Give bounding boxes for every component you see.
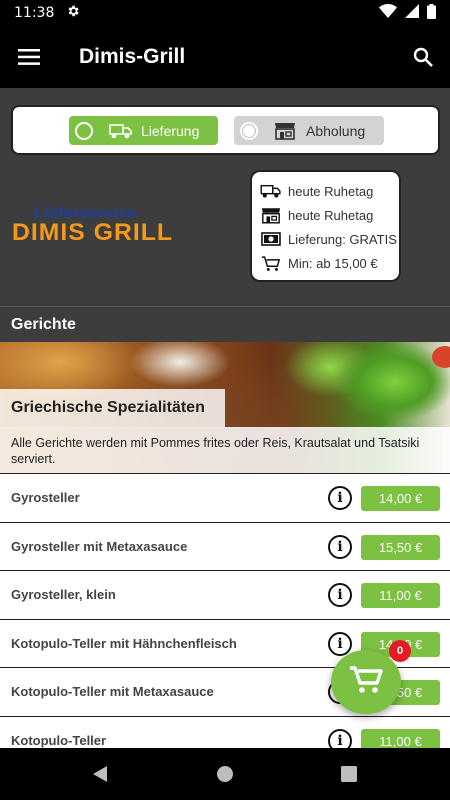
info-delivery-hours: heute Ruhetag <box>260 179 399 203</box>
cart-icon <box>260 254 282 272</box>
list-item[interactable]: Gyrosteller mit Metaxasauce i 15,50 € <box>0 521 450 570</box>
menu-item-list: Gyrosteller i 14,00 € Gyrosteller mit Me… <box>0 473 450 764</box>
status-icons <box>379 3 436 23</box>
restaurant-logo: Lieferservice DIMIS GRILL <box>12 206 207 245</box>
pickup-option[interactable]: Abholung <box>234 116 384 145</box>
cart-icon <box>349 665 383 700</box>
info-delivery-fee: Lieferung: GRATIS <box>260 227 399 251</box>
category-description: Alle Gerichte werden mit Pommes frites o… <box>0 427 450 473</box>
delivery-radio[interactable] <box>75 121 93 140</box>
item-name: Kotopulo-Teller mit Metaxasauce <box>11 684 214 700</box>
app-bar: Dimis-Grill <box>0 26 450 88</box>
info-pickup-hours-text: heute Ruhetag <box>288 207 374 223</box>
money-icon <box>260 230 282 248</box>
delivery-van-icon <box>109 122 133 140</box>
shop-icon <box>274 122 298 140</box>
item-name: Kotopulo-Teller <box>11 732 107 748</box>
category-title: Griechische Spezialitäten <box>0 389 225 427</box>
pickup-radio[interactable] <box>240 121 258 140</box>
info-pickup-hours: heute Ruhetag <box>260 203 399 227</box>
signal-icon <box>405 4 419 22</box>
home-icon[interactable] <box>213 762 237 786</box>
add-to-cart-price-button[interactable]: 14,00 € <box>361 486 440 511</box>
delivery-option[interactable]: Lieferung <box>69 116 218 145</box>
system-nav-bar <box>0 748 450 800</box>
info-delivery-fee-text: Lieferung: GRATIS <box>288 231 397 247</box>
add-to-cart-price-button[interactable]: 15,50 € <box>361 534 440 560</box>
section-header: Gerichte <box>0 306 450 342</box>
info-minimum-order: Min: ab 15,00 € <box>260 251 399 275</box>
list-item[interactable]: Gyrosteller i 14,00 € <box>0 473 450 522</box>
back-icon[interactable] <box>88 762 112 786</box>
info-icon[interactable]: i <box>328 631 352 656</box>
wifi-icon <box>379 4 397 22</box>
list-item[interactable]: Gyrosteller, klein i 11,00 € <box>0 570 450 619</box>
banner-image-detail <box>432 346 450 368</box>
info-icon[interactable]: i <box>328 486 352 510</box>
pickup-label: Abholung <box>306 122 366 139</box>
add-to-cart-price-button[interactable]: 11,00 € <box>361 583 440 608</box>
app-title: Dimis-Grill <box>79 45 186 68</box>
restaurant-header: Lieferung Abholung Lieferservice DIMIS G… <box>0 88 450 306</box>
recents-icon[interactable] <box>337 762 361 786</box>
item-name: Gyrosteller mit Metaxasauce <box>11 538 188 554</box>
info-icon[interactable]: i <box>328 583 352 607</box>
delivery-label: Lieferung <box>141 122 200 139</box>
menu-icon[interactable] <box>0 26 58 88</box>
restaurant-info-box: heute Ruhetag heute Ruhetag Lieferung: G… <box>250 170 401 282</box>
cart-count-badge: 0 <box>389 640 411 662</box>
status-time: 11:38 <box>14 5 55 21</box>
cart-button[interactable] <box>331 650 401 714</box>
info-icon[interactable]: i <box>328 534 352 559</box>
info-delivery-hours-text: heute Ruhetag <box>288 183 374 199</box>
info-minimum-order-text: Min: ab 15,00 € <box>288 255 378 271</box>
logo-line2: DIMIS GRILL <box>12 219 174 246</box>
delivery-van-icon <box>260 182 282 200</box>
item-name: Gyrosteller, klein <box>11 587 116 603</box>
order-mode-selector: Lieferung Abholung <box>11 105 440 155</box>
category-banner: Griechische Spezialitäten Alle Gerichte … <box>0 342 450 473</box>
search-icon[interactable] <box>396 26 450 88</box>
item-name: Gyrosteller <box>11 490 80 506</box>
battery-icon <box>427 3 436 23</box>
shop-icon <box>260 206 282 224</box>
item-name: Kotopulo-Teller mit Hähnchenfleisch <box>11 635 237 651</box>
status-bar: 11:38 <box>0 0 450 26</box>
settings-gear-icon <box>66 4 80 22</box>
